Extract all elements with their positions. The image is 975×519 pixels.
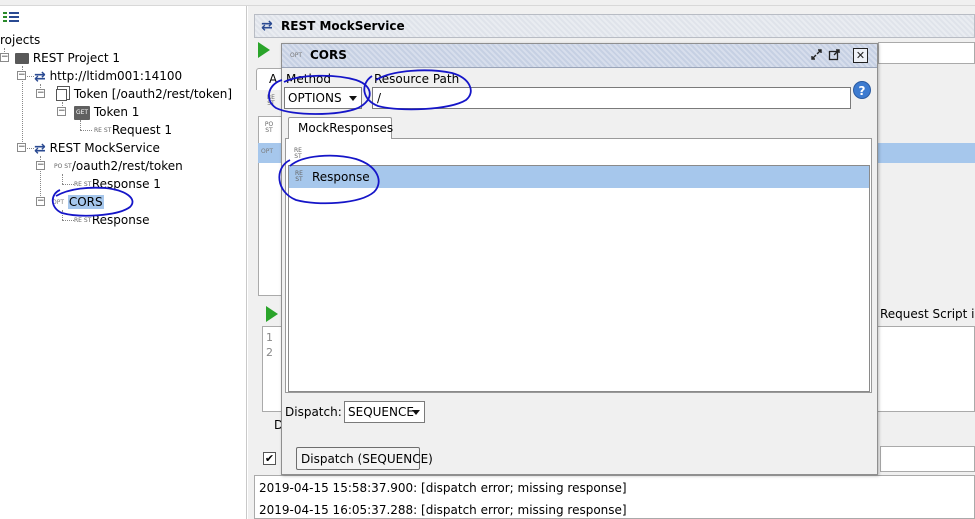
restore-icon[interactable] bbox=[809, 48, 824, 63]
resource-path-input[interactable]: / bbox=[372, 87, 851, 109]
resource-path-value: / bbox=[377, 91, 382, 105]
tree-item-mockservice-label: REST MockService bbox=[49, 141, 160, 155]
tree-item-method-label: Token 1 bbox=[93, 105, 140, 119]
close-icon[interactable]: ✕ bbox=[853, 48, 868, 63]
tab-actions-label: A bbox=[269, 72, 278, 86]
actions-list-selected-row-right[interactable] bbox=[878, 143, 975, 163]
dispatch-button[interactable]: Dispatch (SEQUENCE) bbox=[296, 447, 433, 470]
expand-toggle-icon[interactable]: − bbox=[0, 53, 9, 62]
rest-service-icon: ⇄ bbox=[34, 68, 46, 85]
tree-item-mockservice[interactable]: ⇄ REST MockService bbox=[34, 139, 160, 157]
resource-icon bbox=[56, 88, 67, 101]
tree-item-post-response-label: Response 1 bbox=[91, 177, 161, 191]
maximize-icon[interactable] bbox=[827, 48, 842, 63]
tree-item-request-label: Request 1 bbox=[111, 123, 173, 137]
method-label: Method bbox=[286, 72, 332, 86]
tab-mockresponses-label: MockResponses bbox=[298, 121, 394, 135]
start-service-button[interactable] bbox=[258, 42, 274, 58]
dispatch-select-value: SEQUENCE bbox=[348, 405, 414, 419]
tree-item-method[interactable]: GET Token 1 bbox=[74, 103, 139, 121]
add-response-icon[interactable]: RE ST bbox=[291, 146, 305, 160]
get-method-icon: GET bbox=[74, 105, 90, 120]
method-select[interactable]: OPTIONS bbox=[284, 87, 362, 109]
mock-service-icon: ⇄ bbox=[261, 18, 273, 34]
tree-item-service[interactable]: ⇄ http://ltidm001:14100 bbox=[34, 67, 182, 85]
mockservice-toolbar-field bbox=[878, 42, 975, 64]
options-action-icon: OPT bbox=[52, 198, 65, 206]
tab-mockresponses[interactable]: MockResponses bbox=[288, 117, 394, 139]
dispatch-label: Dispatch: bbox=[285, 405, 342, 419]
log-entry: 2019-04-15 16:05:37.288: [dispatch error… bbox=[259, 503, 627, 517]
expand-toggle-icon[interactable]: − bbox=[17, 71, 26, 80]
rest-response-icon: RE ST bbox=[295, 170, 303, 183]
script-notice: Request Script is i bbox=[880, 307, 975, 321]
options-action-icon: OPT bbox=[290, 52, 303, 59]
help-icon[interactable]: ? bbox=[853, 81, 871, 99]
log-entry: 2019-04-15 15:58:37.900: [dispatch error… bbox=[259, 481, 627, 495]
list-item-response[interactable]: RE ST Response bbox=[289, 166, 869, 188]
expand-toggle-icon[interactable]: − bbox=[57, 107, 66, 116]
tree-item-cors[interactable]: OPT CORS bbox=[52, 193, 104, 211]
mockresponses-list[interactable] bbox=[288, 165, 870, 392]
method-select-value: OPTIONS bbox=[288, 91, 342, 105]
tree-root-label: rojects bbox=[0, 33, 41, 47]
tree-item-project[interactable]: REST Project 1 bbox=[15, 49, 120, 67]
mock-service-icon: ⇄ bbox=[34, 140, 46, 157]
tree-item-resource-label: Token [/oauth2/rest/token] bbox=[73, 87, 233, 101]
line-number: 1 bbox=[266, 331, 273, 344]
list-view-icon[interactable] bbox=[2, 10, 20, 24]
tree-item-cors-response-label: Response bbox=[91, 213, 150, 227]
rest-request-icon: RE ST bbox=[94, 126, 112, 134]
run-script-button[interactable] bbox=[266, 306, 278, 322]
tree-item-project-label: REST Project 1 bbox=[32, 51, 121, 65]
list-item-response-label: Response bbox=[312, 170, 370, 184]
post-action-icon: PO ST bbox=[264, 120, 274, 134]
tree-item-post-action-label: /oauth2/rest/token bbox=[71, 159, 183, 173]
rest-response-icon: RE ST bbox=[74, 216, 92, 224]
tree-item-request[interactable]: RE ST Request 1 bbox=[94, 121, 172, 139]
mockservice-title: REST MockService bbox=[281, 19, 405, 33]
line-number: 2 bbox=[266, 346, 273, 359]
options-action-icon: OPT bbox=[261, 148, 274, 155]
options-method-icon: RE ST bbox=[267, 93, 275, 107]
tree-root[interactable]: rojects bbox=[0, 31, 40, 49]
play-icon bbox=[258, 42, 270, 58]
expand-toggle-icon[interactable]: − bbox=[17, 143, 26, 152]
tree-item-cors-label: CORS bbox=[67, 195, 104, 209]
message-log[interactable]: 2019-04-15 15:58:37.900: [dispatch error… bbox=[254, 475, 975, 519]
expand-toggle-icon[interactable]: − bbox=[36, 89, 45, 98]
navigator-toolbar bbox=[2, 10, 22, 26]
chevron-down-icon bbox=[349, 96, 357, 101]
cors-title: CORS bbox=[310, 48, 347, 62]
line-numbers: 1 2 bbox=[266, 330, 273, 360]
mockservice-titlebar: ⇄ REST MockService bbox=[254, 14, 975, 38]
resource-path-label: Resource Path bbox=[374, 72, 460, 86]
tree-item-post-action[interactable]: PO ST /oauth2/rest/token bbox=[54, 157, 183, 175]
expand-toggle-icon[interactable]: − bbox=[36, 161, 45, 170]
folder-icon bbox=[15, 53, 29, 64]
dispatch-button-label: Dispatch (SEQUENCE) bbox=[301, 452, 433, 466]
post-action-icon: PO ST bbox=[54, 162, 72, 170]
dispatch-select[interactable]: SEQUENCE bbox=[344, 401, 425, 423]
mockservice-tab-strip bbox=[878, 64, 975, 94]
expand-toggle-icon[interactable]: − bbox=[36, 197, 45, 206]
log-enabled-checkbox[interactable]: ✔ bbox=[263, 452, 276, 465]
tree-item-service-label: http://ltidm001:14100 bbox=[49, 69, 183, 83]
tree-item-resource[interactable]: Token [/oauth2/rest/token] bbox=[56, 85, 232, 103]
rest-response-icon: RE ST bbox=[74, 180, 92, 188]
log-toolbar bbox=[880, 446, 975, 472]
tree-item-post-response[interactable]: RE ST Response 1 bbox=[74, 175, 161, 193]
play-icon bbox=[266, 306, 278, 322]
chevron-down-icon bbox=[412, 410, 420, 415]
cors-titlebar[interactable]: OPT CORS ✕ bbox=[282, 44, 877, 68]
tree-item-cors-response[interactable]: RE ST Response bbox=[74, 211, 149, 229]
